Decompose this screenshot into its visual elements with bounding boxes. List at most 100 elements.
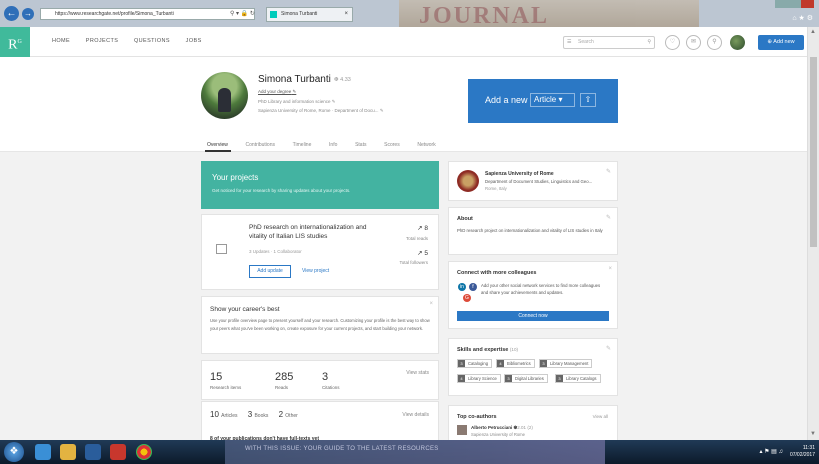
skill-tag[interactable]: 3 Digital Libraries bbox=[504, 374, 548, 383]
publication-counts: 10 Articles 3 Books 2 Other bbox=[210, 410, 298, 419]
tab-contributions[interactable]: Contributions bbox=[246, 142, 275, 148]
close-icon[interactable]: × bbox=[608, 266, 612, 272]
skill-tag[interactable]: 3 Cataloging bbox=[457, 359, 493, 368]
browser-tab[interactable]: Simona Turbanti × bbox=[266, 7, 353, 22]
address-tools[interactable]: ⚲ ▾ 🔒 ↻ bbox=[230, 8, 255, 20]
page-scrollbar[interactable]: ▲ ▼ bbox=[807, 27, 819, 452]
about-title: About bbox=[457, 216, 473, 222]
skill-tag[interactable]: 3 Library Management bbox=[539, 359, 593, 368]
clock[interactable]: 11:31 07/02/2017 bbox=[790, 445, 815, 459]
career-description: Use your profile overview page to presen… bbox=[210, 318, 430, 331]
forward-icon[interactable]: → bbox=[22, 8, 34, 20]
system-tray-icons[interactable]: ▴ ⚑ ▤ ♫ bbox=[759, 448, 783, 455]
internet-explorer-icon[interactable] bbox=[35, 444, 51, 460]
close-window-icon[interactable] bbox=[801, 0, 814, 8]
institution-location: Rome, Italy bbox=[485, 186, 507, 191]
site-logo[interactable]: RG bbox=[0, 27, 30, 57]
nav-home[interactable]: HOME bbox=[52, 38, 70, 44]
project-title[interactable]: PhD research on internationalization and… bbox=[249, 223, 379, 241]
view-all-link[interactable]: View all bbox=[593, 414, 608, 419]
skill-tag[interactable]: 3 Library Catalogs bbox=[555, 374, 601, 383]
projects-title: Your projects bbox=[212, 173, 259, 182]
browser-tool-icons[interactable]: ⌂ ★ ⚙ bbox=[792, 14, 813, 22]
search-icon: ⚲ bbox=[647, 39, 651, 45]
coauthor-name[interactable]: Alberto Petrucciani ❆2.01 (2) bbox=[471, 425, 533, 431]
add-degree-link[interactable]: Add your degree ✎ bbox=[258, 89, 296, 95]
edit-icon[interactable]: ✎ bbox=[606, 214, 611, 221]
coauthors-title: Top co-authors bbox=[457, 414, 497, 420]
add-update-button[interactable]: Add update bbox=[249, 265, 291, 278]
add-new-panel: Add a new Article ▾ ⇧ bbox=[468, 79, 618, 123]
start-icon[interactable]: ❖ bbox=[4, 442, 24, 462]
institution-name[interactable]: Sapienza University of Rome bbox=[485, 171, 554, 177]
close-icon[interactable]: × bbox=[429, 301, 433, 307]
total-reads-count: ↗ 8 bbox=[417, 225, 428, 232]
profile-photo[interactable] bbox=[201, 72, 248, 119]
view-details-link[interactable]: View details bbox=[402, 412, 429, 418]
total-reads-label: Total reads bbox=[405, 236, 428, 241]
tab-stats[interactable]: Stats bbox=[355, 142, 366, 148]
about-description: PhD research project on internationaliza… bbox=[457, 228, 603, 233]
skill-tag[interactable]: 4 Library Science bbox=[457, 374, 501, 383]
scroll-up-icon[interactable]: ▲ bbox=[810, 29, 816, 35]
search-input[interactable]: ☰ Search ⚲ bbox=[563, 36, 655, 49]
skills-title: Skills and expertise (10) bbox=[457, 347, 519, 353]
nav-projects[interactable]: PROJECTS bbox=[86, 38, 119, 44]
research-items-label: Research items bbox=[210, 385, 242, 390]
minimize-icon[interactable] bbox=[775, 0, 788, 8]
facebook-icon: f bbox=[469, 283, 477, 291]
tab-timeline[interactable]: Timeline bbox=[293, 142, 312, 148]
scroll-thumb[interactable] bbox=[810, 57, 817, 247]
edit-icon[interactable]: ✎ bbox=[606, 345, 611, 352]
chrome-icon[interactable] bbox=[136, 444, 152, 460]
back-icon[interactable]: ← bbox=[4, 6, 19, 21]
connect-now-button[interactable]: Connect now bbox=[457, 311, 609, 321]
user-avatar[interactable] bbox=[730, 35, 745, 50]
tab-scores[interactable]: Scores bbox=[384, 142, 400, 148]
profile-tabs: Overview Contributions Timeline Info Sta… bbox=[207, 142, 452, 148]
content-type-select[interactable]: Article ▾ bbox=[530, 93, 575, 107]
rg-score[interactable]: ❆ 4.33 bbox=[334, 77, 351, 83]
skill-tag[interactable]: 4 Bibliometrics bbox=[496, 359, 535, 368]
tab-info[interactable]: Info bbox=[329, 142, 337, 148]
profile-affiliation: Sapienza University of Rome, Rome · Depa… bbox=[258, 108, 384, 113]
coauthor-avatar[interactable] bbox=[457, 425, 467, 435]
nav-jobs[interactable]: JOBS bbox=[186, 38, 202, 44]
upload-icon[interactable]: ⇧ bbox=[580, 93, 596, 107]
tab-network[interactable]: Network bbox=[417, 142, 435, 148]
messages-icon[interactable]: ✉ bbox=[686, 35, 701, 50]
notifications-icon[interactable]: ♡ bbox=[665, 35, 680, 50]
screen: JOURNAL ← → https://www.researchgate.net… bbox=[0, 0, 819, 464]
tab-overview[interactable]: Overview bbox=[207, 142, 228, 148]
banner-text: WITH THIS ISSUE: YOUR GUIDE TO THE LATES… bbox=[245, 446, 439, 452]
app-icon[interactable] bbox=[110, 444, 126, 460]
top-navigation: HOME PROJECTS QUESTIONS JOBS bbox=[52, 38, 216, 44]
connect-card: Connect with more colleagues × in f G Ad… bbox=[448, 261, 618, 329]
research-items-count: 15 bbox=[210, 371, 223, 383]
taskbar-background: WITH THIS ISSUE: YOUR GUIDE TO THE LATES… bbox=[225, 440, 605, 464]
add-new-label: Add a new bbox=[485, 95, 528, 105]
publications-card: 10 Articles 3 Books 2 Other View details… bbox=[201, 401, 439, 445]
university-logo[interactable] bbox=[457, 170, 479, 192]
institution-card: Sapienza University of Rome Department o… bbox=[448, 161, 618, 201]
view-stats-link[interactable]: View stats bbox=[406, 370, 429, 376]
edit-icon[interactable]: ✎ bbox=[606, 168, 611, 175]
stats-card: 15 Research items 285 Reads 3 Citations … bbox=[201, 360, 439, 400]
nav-questions[interactable]: QUESTIONS bbox=[134, 38, 170, 44]
requests-icon[interactable]: ⚲ bbox=[707, 35, 722, 50]
reads-count: 285 bbox=[275, 371, 294, 383]
maximize-icon[interactable] bbox=[788, 0, 801, 8]
scroll-down-icon[interactable]: ▼ bbox=[810, 431, 816, 437]
your-projects-card[interactable]: Your projects Get noticed for your resea… bbox=[201, 161, 439, 209]
address-bar[interactable]: https://www.researchgate.net/profile/Sim… bbox=[40, 8, 255, 20]
file-explorer-icon[interactable] bbox=[60, 444, 76, 460]
add-new-button[interactable]: ⊕ Add new bbox=[758, 35, 804, 50]
connect-title: Connect with more colleagues bbox=[457, 270, 537, 276]
background-text: JOURNAL bbox=[419, 3, 550, 29]
institution-department: Department of Document Studies, Linguist… bbox=[485, 179, 593, 184]
taskbar: WITH THIS ISSUE: YOUR GUIDE TO THE LATES… bbox=[0, 440, 819, 464]
view-project-link[interactable]: View project bbox=[302, 268, 329, 274]
close-tab-icon[interactable]: × bbox=[344, 8, 348, 21]
media-player-icon[interactable] bbox=[85, 444, 101, 460]
project-meta: 3 Updates · 1 Collaborator bbox=[249, 249, 302, 254]
